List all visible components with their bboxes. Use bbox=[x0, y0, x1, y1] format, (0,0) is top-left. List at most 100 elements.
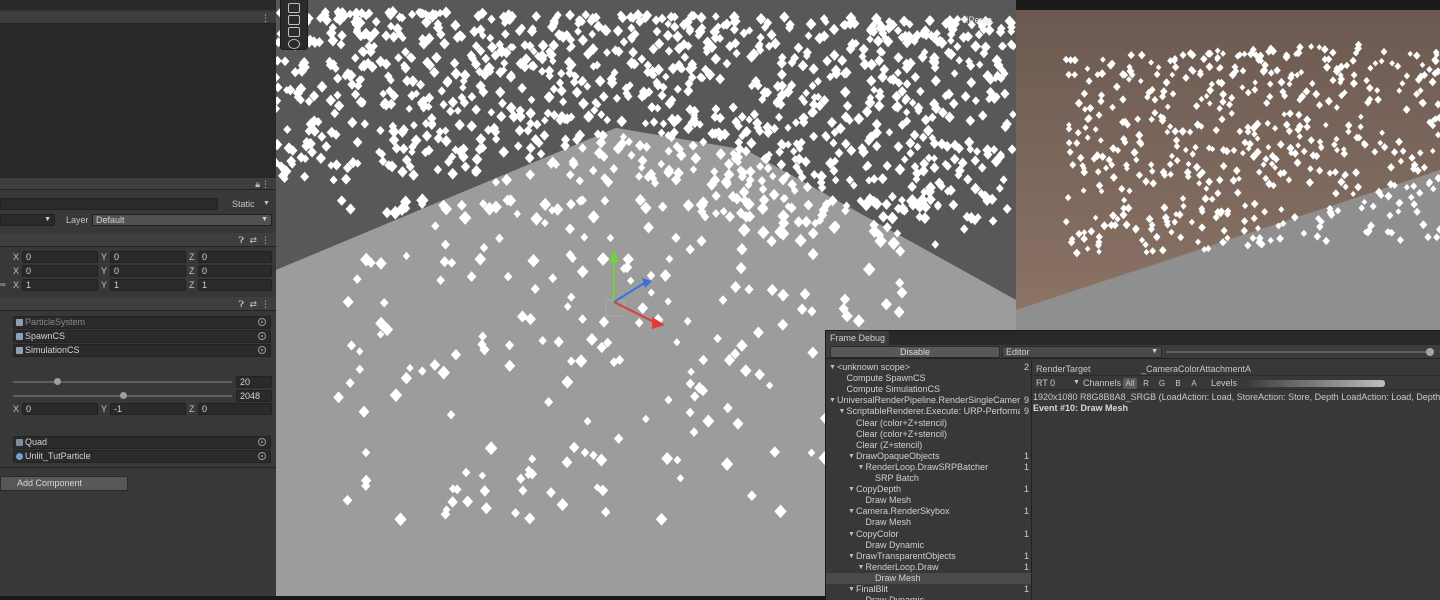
event-tree-row[interactable]: ▼ ScriptableRenderer.Execute: URP-Perform… bbox=[826, 406, 1031, 417]
slider-handle[interactable] bbox=[119, 392, 127, 399]
position-y-field[interactable]: 0 bbox=[110, 251, 186, 263]
material-icon bbox=[16, 453, 23, 460]
help-icon[interactable]: ❓︎ bbox=[239, 298, 244, 310]
static-label[interactable]: Static bbox=[232, 198, 255, 210]
preset-icon[interactable]: ⇄ bbox=[249, 234, 257, 246]
mesh-ref-field[interactable]: Quad bbox=[13, 436, 271, 449]
frame-debug-tab[interactable]: Frame Debug bbox=[826, 331, 890, 345]
lock-icon[interactable]: 🔒︎ bbox=[255, 178, 260, 190]
event-tree-row[interactable]: Draw Mesh bbox=[826, 517, 1031, 528]
move-tool-icon[interactable] bbox=[288, 3, 300, 13]
layer-dropdown[interactable]: Default ▼ bbox=[92, 214, 272, 226]
script-ref-particlesystem[interactable]: ParticleSystem bbox=[13, 316, 271, 329]
kebab-menu-icon[interactable]: ⋮ bbox=[261, 178, 270, 190]
expand-triangle-icon[interactable]: ▼ bbox=[858, 462, 866, 473]
object-picker-icon[interactable] bbox=[258, 346, 266, 354]
help-icon[interactable]: ❓︎ bbox=[239, 234, 244, 246]
target-dropdown[interactable]: Editor ▼ bbox=[1002, 346, 1162, 358]
link-icon[interactable]: ∞ bbox=[0, 279, 6, 291]
expand-triangle-icon[interactable]: ▼ bbox=[848, 484, 856, 495]
object-picker-icon[interactable] bbox=[258, 318, 266, 326]
scale-tool-icon[interactable] bbox=[288, 15, 300, 25]
event-tree-row[interactable]: SRP Batch bbox=[826, 473, 1031, 484]
slider-value-field[interactable]: 20 bbox=[236, 376, 272, 388]
event-tree-label: DrawOpaqueObjects bbox=[856, 450, 940, 461]
levels-slider[interactable] bbox=[1245, 380, 1385, 387]
vector-x-field[interactable]: 0 bbox=[22, 403, 98, 415]
script-component-header[interactable]: ❓︎ ⇄ ⋮ bbox=[0, 297, 276, 311]
kebab-menu-icon[interactable]: ⋮ bbox=[261, 298, 270, 310]
channel-all-button[interactable]: All bbox=[1123, 378, 1137, 389]
event-tree-row[interactable]: ▼ DrawTransparentObjects 1 bbox=[826, 551, 1031, 562]
scale-x-field[interactable]: 1 bbox=[22, 279, 98, 291]
slider-track[interactable] bbox=[13, 381, 232, 383]
event-tree[interactable]: ▼ <unknown scope> 2 Compute SpawnCS Compute … bbox=[826, 360, 1032, 600]
event-tree-row[interactable]: Draw Mesh bbox=[826, 495, 1031, 506]
render-target-value[interactable]: _CameraColorAttachmentA bbox=[1141, 362, 1251, 376]
transform-header[interactable]: ❓︎ ⇄ ⋮ bbox=[0, 233, 276, 247]
event-tree-row[interactable]: Clear (Z+stencil) bbox=[826, 440, 1031, 451]
persp-toggle[interactable]: ⩤Persp bbox=[961, 15, 992, 26]
disable-button[interactable]: Disable bbox=[830, 346, 1000, 358]
event-tree-row[interactable]: ▼ RenderLoop.DrawSRPBatcher 1 bbox=[826, 462, 1031, 473]
material-ref-field[interactable]: Unlit_TutParticle bbox=[13, 450, 271, 463]
scale-y-field[interactable]: 1 bbox=[110, 279, 186, 291]
event-tree-row[interactable]: ▼ <unknown scope> 2 bbox=[826, 362, 1031, 373]
transform-tool-icon[interactable] bbox=[288, 39, 300, 49]
event-tree-row[interactable]: ▼ FinalBlit 1 bbox=[826, 584, 1031, 595]
event-tree-row[interactable]: Clear (color+Z+stencil) bbox=[826, 418, 1031, 429]
object-picker-icon[interactable] bbox=[258, 438, 266, 446]
scale-z-field[interactable]: 1 bbox=[198, 279, 272, 291]
expand-triangle-icon[interactable]: ▼ bbox=[848, 506, 856, 517]
channel-g-button[interactable]: G bbox=[1156, 378, 1168, 389]
object-picker-icon[interactable] bbox=[258, 452, 266, 460]
event-tree-row[interactable]: Draw Dynamic bbox=[826, 595, 1031, 600]
event-tree-row[interactable]: ▼ RenderLoop.Draw 1 bbox=[826, 562, 1031, 573]
expand-triangle-icon[interactable]: ▼ bbox=[839, 406, 847, 417]
tag-dropdown[interactable]: ▼ bbox=[0, 214, 55, 226]
event-slider-handle[interactable] bbox=[1426, 348, 1434, 356]
rotation-x-field[interactable]: 0 bbox=[22, 265, 98, 277]
expand-triangle-icon[interactable]: ▼ bbox=[848, 584, 856, 595]
channel-a-button[interactable]: A bbox=[1188, 378, 1200, 389]
rotation-z-field[interactable]: 0 bbox=[198, 265, 272, 277]
expand-triangle-icon[interactable]: ▼ bbox=[829, 362, 837, 373]
expand-triangle-icon[interactable]: ▼ bbox=[858, 562, 866, 573]
static-dropdown-icon[interactable]: ▼ bbox=[263, 198, 270, 210]
event-tree-row[interactable]: ▼ UniversalRenderPipeline.RenderSingleCam… bbox=[826, 395, 1031, 406]
event-tree-row[interactable]: Draw Mesh bbox=[826, 572, 1031, 584]
kebab-menu-icon[interactable]: ⋮ bbox=[261, 234, 270, 246]
kebab-menu-icon[interactable]: ⋮ bbox=[261, 12, 270, 24]
event-tree-row[interactable]: Compute SimulationCS bbox=[826, 384, 1031, 395]
rect-tool-icon[interactable] bbox=[288, 27, 300, 37]
position-x-field[interactable]: 0 bbox=[22, 251, 98, 263]
vector-y-field[interactable]: -1 bbox=[110, 403, 186, 415]
event-tree-row[interactable]: Compute SpawnCS bbox=[826, 373, 1031, 384]
event-tree-row[interactable]: ▼ DrawOpaqueObjects 1 bbox=[826, 450, 1031, 462]
event-tree-label: UniversalRenderPipeline.RenderSingleCame… bbox=[837, 395, 1020, 406]
vector-z-field[interactable]: 0 bbox=[198, 403, 272, 415]
event-tree-row[interactable]: Clear (color+Z+stencil) bbox=[826, 429, 1031, 440]
channel-b-button[interactable]: B bbox=[1172, 378, 1184, 389]
event-slider-track[interactable] bbox=[1166, 351, 1431, 353]
expand-triangle-icon[interactable]: ▼ bbox=[848, 551, 856, 562]
rt-dropdown[interactable]: RT 0 ▼ bbox=[1036, 376, 1080, 390]
event-tree-row[interactable]: ▼ CopyDepth 1 bbox=[826, 484, 1031, 495]
position-z-field[interactable]: 0 bbox=[198, 251, 272, 263]
expand-triangle-icon[interactable]: ▼ bbox=[829, 395, 837, 406]
channel-r-button[interactable]: R bbox=[1140, 378, 1152, 389]
event-tree-row[interactable]: Draw Dynamic bbox=[826, 540, 1031, 551]
expand-triangle-icon[interactable]: ▼ bbox=[848, 529, 856, 540]
slider-handle[interactable] bbox=[53, 378, 61, 385]
preset-icon[interactable]: ⇄ bbox=[249, 298, 257, 310]
object-picker-icon[interactable] bbox=[258, 332, 266, 340]
object-name-field[interactable] bbox=[0, 198, 218, 210]
script-ref-spawncs[interactable]: SpawnCS bbox=[13, 330, 271, 343]
event-tree-row[interactable]: ▼ Camera.RenderSkybox 1 bbox=[826, 506, 1031, 517]
script-ref-simulationcs[interactable]: SimulationCS bbox=[13, 344, 271, 357]
slider-value-field[interactable]: 2048 bbox=[236, 390, 272, 402]
rotation-y-field[interactable]: 0 bbox=[110, 265, 186, 277]
event-tree-row[interactable]: ▼ CopyColor 1 bbox=[826, 529, 1031, 540]
expand-triangle-icon[interactable]: ▼ bbox=[848, 451, 856, 462]
add-component-button[interactable]: Add Component bbox=[0, 476, 128, 491]
